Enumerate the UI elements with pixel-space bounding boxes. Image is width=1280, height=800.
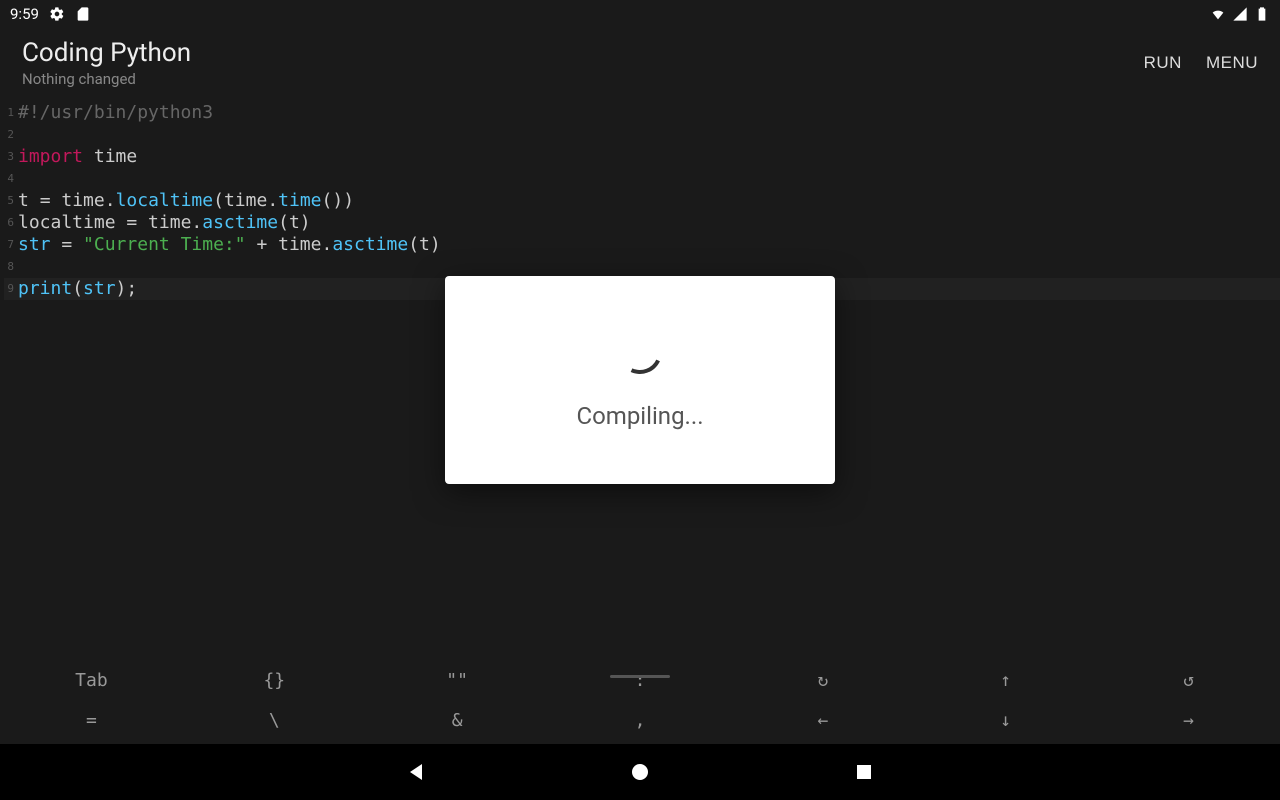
shortcut-key[interactable]: & — [366, 710, 549, 731]
code-content[interactable] — [18, 168, 1280, 190]
code-line[interactable]: 2 — [4, 124, 1280, 146]
app-subtitle: Nothing changed — [22, 70, 191, 88]
line-number: 9 — [4, 278, 18, 300]
shortcut-key[interactable]: {} — [183, 670, 366, 691]
code-editor[interactable]: 1#!/usr/bin/python32 3import time4 5t = … — [0, 96, 1280, 300]
gear-icon — [49, 6, 65, 22]
battery-icon — [1254, 6, 1270, 22]
status-time: 9:59 — [10, 5, 39, 23]
shortcut-key[interactable]: Tab — [0, 670, 183, 691]
shortcut-key[interactable]: \ — [183, 710, 366, 731]
status-bar: 9:59 — [0, 0, 1280, 28]
app-title: Coding Python — [22, 38, 191, 68]
shortcut-key[interactable]: ↓ — [914, 710, 1097, 731]
home-button[interactable] — [628, 760, 652, 784]
code-line[interactable]: 8 — [4, 256, 1280, 278]
home-indicator — [610, 675, 670, 678]
code-content[interactable]: #!/usr/bin/python3 — [18, 102, 1280, 124]
line-number: 2 — [4, 124, 18, 146]
shortcut-key[interactable]: : — [549, 670, 732, 691]
code-line[interactable]: 4 — [4, 168, 1280, 190]
code-content[interactable]: import time — [18, 146, 1280, 168]
shortcut-key[interactable]: ↺ — [1097, 670, 1280, 691]
code-content[interactable]: print(str); — [18, 278, 1280, 300]
signal-icon — [1232, 6, 1248, 22]
line-number: 3 — [4, 146, 18, 168]
shortcut-key[interactable]: , — [549, 710, 732, 731]
line-number: 7 — [4, 234, 18, 256]
line-number: 1 — [4, 102, 18, 124]
code-line[interactable]: 1#!/usr/bin/python3 — [4, 102, 1280, 124]
menu-button[interactable]: MENU — [1206, 53, 1258, 73]
app-header: Coding Python Nothing changed RUN MENU — [0, 28, 1280, 96]
code-line[interactable]: 7str = "Current Time:" + time.asctime(t) — [4, 234, 1280, 256]
code-line[interactable]: 3import time — [4, 146, 1280, 168]
shortcut-key[interactable]: ↻ — [731, 670, 914, 691]
dialog-text: Compiling... — [576, 402, 703, 430]
code-line[interactable]: 9print(str); — [4, 278, 1280, 300]
line-number: 5 — [4, 190, 18, 212]
code-line[interactable]: 6localtime = time.asctime(t) — [4, 212, 1280, 234]
overview-button[interactable] — [852, 760, 876, 784]
line-number: 8 — [4, 256, 18, 278]
shortcut-key[interactable]: ↑ — [914, 670, 1097, 691]
back-button[interactable] — [404, 760, 428, 784]
run-button[interactable]: RUN — [1144, 53, 1182, 73]
shortcut-bar: Tab{}"":↻↑↺ =\&,←↓→ — [0, 660, 1280, 740]
code-content[interactable]: str = "Current Time:" + time.asctime(t) — [18, 234, 1280, 256]
code-content[interactable] — [18, 256, 1280, 278]
shortcut-key[interactable]: = — [0, 710, 183, 731]
shortcut-key[interactable]: ← — [731, 710, 914, 731]
code-content[interactable]: localtime = time.asctime(t) — [18, 212, 1280, 234]
compile-dialog: Compiling... — [445, 276, 835, 484]
spinner-icon — [612, 324, 668, 380]
code-content[interactable] — [18, 124, 1280, 146]
code-content[interactable]: t = time.localtime(time.time()) — [18, 190, 1280, 212]
code-line[interactable]: 5t = time.localtime(time.time()) — [4, 190, 1280, 212]
line-number: 4 — [4, 168, 18, 190]
shortcut-key[interactable]: "" — [366, 670, 549, 691]
navigation-bar — [0, 744, 1280, 800]
shortcut-key[interactable]: → — [1097, 710, 1280, 731]
sd-card-icon — [75, 6, 91, 22]
line-number: 6 — [4, 212, 18, 234]
wifi-icon — [1210, 6, 1226, 22]
